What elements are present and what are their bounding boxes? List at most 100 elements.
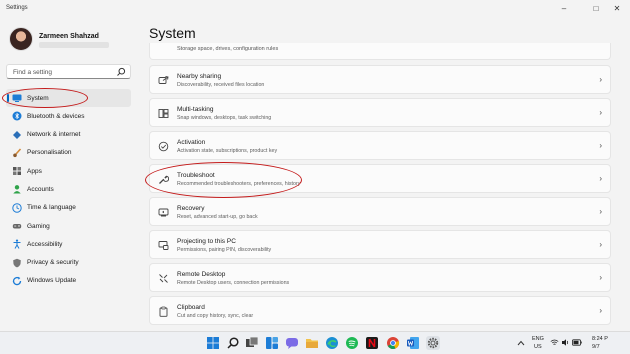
bluetooth-icon [12, 111, 22, 121]
sidebar-item-time-language[interactable]: Time & language [6, 199, 131, 217]
sidebar-item-label: Accessibility [27, 240, 63, 248]
wrench-icon [159, 175, 169, 184]
sidebar-item-windows-update[interactable]: Windows Update [6, 272, 131, 290]
storage-card-partial[interactable]: Storage space, drives, configuration rul… [149, 43, 611, 60]
sidebar-item-apps[interactable]: Apps [6, 162, 131, 180]
chevron-right-icon: › [599, 207, 602, 216]
card-title: Clipboard [177, 304, 205, 311]
region-indicator: US [534, 344, 542, 350]
chevron-right-icon: › [599, 141, 602, 150]
sidebar-item-bluetooth[interactable]: Bluetooth & devices [6, 107, 131, 125]
sidebar-item-label: Bluetooth & devices [27, 112, 85, 120]
card-title: Troubleshoot [177, 172, 215, 179]
sidebar-item-accounts[interactable]: Accounts [6, 180, 131, 198]
card-troubleshoot[interactable]: Troubleshoot Recommended troubleshooters… [149, 164, 611, 193]
clock-time[interactable]: 8:24 P [592, 336, 608, 342]
title-bar: Settings – □ ✕ [0, 0, 630, 20]
card-title: Multi-tasking [177, 106, 214, 113]
card-subtitle: Permissions, pairing PIN, discoverabilit… [177, 247, 272, 253]
brush-icon [13, 148, 22, 157]
card-title: Remote Desktop [177, 271, 226, 278]
tray-overflow-chevron-icon[interactable] [516, 339, 526, 347]
gamepad-icon [12, 224, 22, 229]
sidebar-item-label: Network & internet [27, 131, 81, 139]
minimize-button[interactable]: – [553, 2, 575, 16]
file-explorer-icon[interactable] [305, 336, 319, 350]
task-view-icon[interactable] [245, 336, 259, 350]
monitor-icon [12, 94, 22, 102]
sidebar-item-label: System [27, 94, 49, 102]
user-name: Zarmeen Shahzad [39, 33, 99, 40]
search-icon[interactable] [226, 336, 240, 350]
globe-clock-icon [12, 203, 22, 213]
chevron-right-icon: › [599, 75, 602, 84]
sidebar-item-privacy[interactable]: Privacy & security [6, 254, 131, 272]
word-icon[interactable] [406, 336, 420, 350]
sidebar-item-label: Accounts [27, 185, 54, 193]
card-title: Nearby sharing [177, 73, 222, 80]
search-placeholder: Find a setting [13, 69, 53, 76]
person-icon [13, 185, 21, 194]
sidebar-item-gaming[interactable]: Gaming [6, 217, 131, 235]
taskbar: ENG US 8:24 P 9/7 [0, 331, 630, 354]
wifi-icon[interactable] [550, 338, 559, 347]
card-nearby-sharing[interactable]: Nearby sharing Discoverability, received… [149, 65, 611, 94]
apps-grid-icon [13, 167, 21, 176]
chevron-right-icon: › [599, 240, 602, 249]
update-icon [12, 276, 22, 286]
search-input[interactable]: Find a setting [6, 64, 131, 79]
settings-gear-icon[interactable] [426, 336, 440, 350]
card-subtitle: Snap windows, desktops, task switching [177, 115, 272, 121]
netflix-icon[interactable] [365, 336, 379, 350]
wifi-diamond-icon [13, 130, 21, 139]
sidebar-item-accessibility[interactable]: Accessibility [6, 235, 131, 253]
card-clipboard[interactable]: Clipboard Cut and copy history, sync, cl… [149, 296, 611, 325]
sidebar-item-personalisation[interactable]: Personalisation [6, 144, 131, 162]
clipboard-icon [159, 306, 168, 317]
spotify-icon[interactable] [345, 336, 359, 350]
sidebar-item-label: Privacy & security [27, 259, 79, 267]
card-activation[interactable]: Activation Activation state, subscriptio… [149, 131, 611, 160]
maximize-button[interactable]: □ [585, 2, 607, 16]
windows-start-icon[interactable] [206, 336, 220, 350]
card-recovery[interactable]: Recovery Reset, advanced start-up, go ba… [149, 197, 611, 226]
search-icon [117, 67, 126, 76]
recovery-icon [158, 208, 169, 217]
language-indicator[interactable]: ENG [532, 336, 544, 342]
sidebar-item-label: Gaming [27, 222, 50, 230]
chevron-right-icon: › [599, 108, 602, 117]
chat-icon[interactable] [285, 336, 299, 350]
sidebar-nav: System Bluetooth & devices Network & int… [6, 89, 131, 290]
chevron-right-icon: › [599, 273, 602, 282]
edge-browser-icon[interactable] [325, 336, 339, 350]
chevron-right-icon: › [599, 306, 602, 315]
window-title: Settings [6, 5, 28, 11]
card-multitasking[interactable]: Multi-tasking Snap windows, desktops, ta… [149, 98, 611, 127]
card-title: Recovery [177, 205, 205, 212]
card-subtitle: Activation state, subscriptions, product… [177, 148, 278, 154]
multitask-icon [158, 109, 169, 118]
sidebar-item-network[interactable]: Network & internet [6, 126, 131, 144]
card-remote-desktop[interactable]: Remote Desktop Remote Desktop users, con… [149, 263, 611, 292]
sidebar-item-label: Personalisation [27, 149, 72, 157]
sidebar-item-system[interactable]: System [6, 89, 131, 108]
clock-date[interactable]: 9/7 [592, 344, 600, 350]
card-subtitle: Remote Desktop users, connection permiss… [177, 280, 290, 286]
close-button[interactable]: ✕ [606, 2, 628, 16]
chrome-icon[interactable] [386, 336, 400, 350]
shield-icon [13, 258, 21, 268]
avatar[interactable] [9, 27, 33, 51]
accessibility-icon [13, 239, 21, 250]
widgets-icon[interactable] [265, 336, 279, 350]
card-projecting[interactable]: Projecting to this PC Permissions, pairi… [149, 230, 611, 259]
card-subtitle: Recommended troubleshooters, preferences… [177, 181, 301, 187]
share-icon [158, 76, 169, 84]
volume-icon[interactable] [561, 338, 570, 347]
sidebar-item-label: Apps [27, 167, 42, 175]
project-icon [158, 241, 169, 250]
battery-icon[interactable] [572, 339, 582, 346]
card-subtitle: Discoverability, received files location [177, 82, 265, 88]
card-title: Activation [177, 139, 206, 146]
page-title: System [149, 25, 196, 41]
remote-desktop-icon [159, 274, 168, 283]
